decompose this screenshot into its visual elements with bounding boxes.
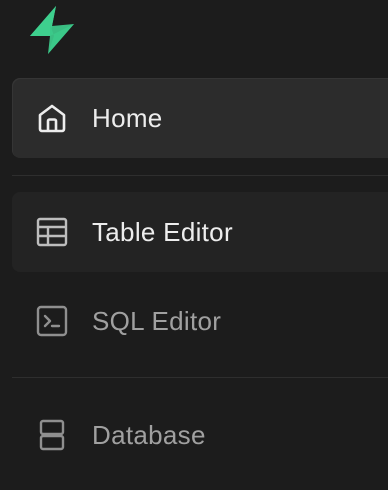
sidebar-item-home[interactable]: Home bbox=[12, 78, 388, 158]
sidebar-item-label: Table Editor bbox=[92, 216, 233, 247]
table-icon bbox=[34, 214, 70, 250]
sidebar-item-database[interactable]: Database bbox=[12, 395, 388, 475]
divider bbox=[12, 175, 388, 176]
sidebar-item-label: Home bbox=[92, 102, 163, 133]
home-icon bbox=[34, 100, 70, 136]
database-icon bbox=[34, 417, 70, 453]
sidebar-item-label: Database bbox=[92, 419, 206, 450]
supabase-logo-icon[interactable] bbox=[26, 4, 78, 56]
sidebar-item-label: SQL Editor bbox=[92, 305, 222, 336]
sidebar-item-sql-editor[interactable]: SQL Editor bbox=[12, 281, 388, 361]
sidebar-item-table-editor[interactable]: Table Editor bbox=[12, 192, 388, 272]
sidebar: Home Table Editor SQL Editor Database bbox=[0, 0, 388, 490]
divider bbox=[12, 377, 388, 378]
terminal-icon bbox=[34, 303, 70, 339]
